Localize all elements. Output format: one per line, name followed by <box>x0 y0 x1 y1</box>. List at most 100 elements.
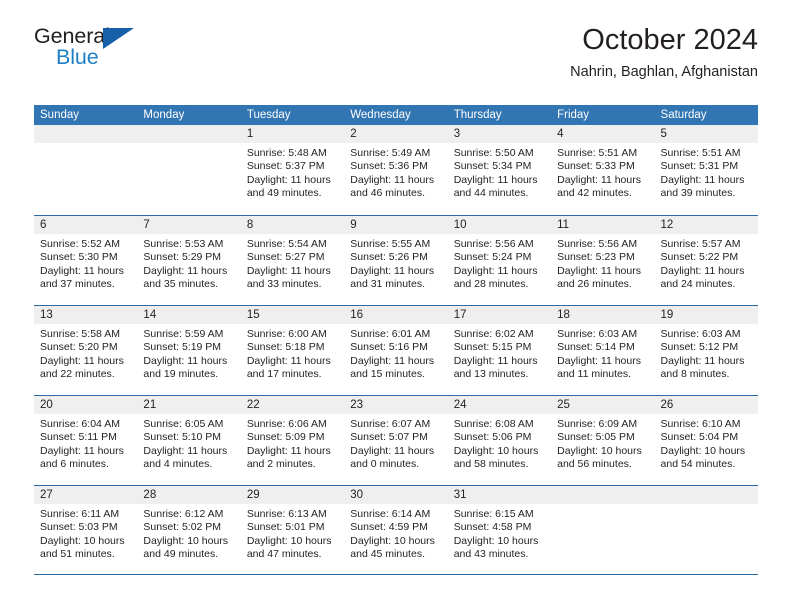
day-sun-info: Sunrise: 5:48 AM Sunset: 5:37 PM Daylight:… <box>241 143 344 201</box>
sunrise-text: Sunrise: 6:08 AM <box>453 418 534 430</box>
sunset-text: Sunset: 4:58 PM <box>453 521 532 534</box>
sunrise-text: Sunrise: 6:12 AM <box>143 508 224 520</box>
calendar-weeks: 1 Sunrise: 5:48 AM Sunset: 5:37 PM Daylight… <box>34 125 758 575</box>
sunset-text: Sunset: 5:04 PM <box>660 431 739 444</box>
calendar-day-cell[interactable]: 1 Sunrise: 5:48 AM Sunset: 5:37 PM Daylight… <box>240 125 345 215</box>
day-sun-info: Sunrise: 5:51 AM Sunset: 5:33 PM Daylight:… <box>551 143 654 201</box>
calendar-day-cell[interactable]: 7 Sunrise: 5:53 AM Sunset: 5:29 PM Daylight… <box>137 216 241 305</box>
calendar-day-cell[interactable]: 9 Sunrise: 5:55 AM Sunset: 5:26 PM Daylight… <box>344 216 448 305</box>
day-number: 10 <box>447 216 552 234</box>
brand-logo[interactable]: General Blue <box>34 25 214 82</box>
day-number: 15 <box>240 306 345 324</box>
calendar-day-cell[interactable]: 23 Sunrise: 6:07 AM Sunset: 5:07 PM Dayligh… <box>344 396 448 485</box>
sunrise-text: Sunrise: 6:07 AM <box>350 418 431 430</box>
calendar-day-cell[interactable]: 10 Sunrise: 5:56 AM Sunset: 5:24 PM Dayligh… <box>447 216 552 305</box>
day-sun-info: Sunrise: 5:58 AM Sunset: 5:20 PM Daylight:… <box>34 324 137 382</box>
sunrise-text: Sunrise: 6:10 AM <box>660 418 741 430</box>
weekday-header-monday: Monday <box>143 109 185 121</box>
sunset-text: Sunset: 5:09 PM <box>246 431 325 444</box>
daylight-text-cont: and 56 minutes. <box>557 458 632 471</box>
day-number: 23 <box>344 396 448 414</box>
calendar-day-cell[interactable]: 30 Sunrise: 6:14 AM Sunset: 4:59 PM Dayligh… <box>344 486 448 574</box>
daylight-text: Daylight: 10 hours <box>40 534 125 547</box>
day-number: 7 <box>137 216 241 234</box>
day-number: 31 <box>447 486 552 504</box>
page-title: October 2024 <box>582 24 758 56</box>
calendar-day-cell[interactable]: 13 Sunrise: 5:58 AM Sunset: 5:20 PM Dayligh… <box>34 306 138 395</box>
calendar-day-cell[interactable]: 2 Sunrise: 5:49 AM Sunset: 5:36 PM Daylight… <box>344 125 448 215</box>
calendar-day-cell[interactable]: 24 Sunrise: 6:08 AM Sunset: 5:06 PM Dayligh… <box>447 396 552 485</box>
daylight-text: Daylight: 11 hours <box>143 444 228 457</box>
day-sun-info: Sunrise: 6:04 AM Sunset: 5:11 PM Daylight:… <box>34 414 137 472</box>
day-sun-info: Sunrise: 6:12 AM Sunset: 5:02 PM Daylight:… <box>137 504 240 562</box>
calendar-day-cell[interactable]: 29 Sunrise: 6:13 AM Sunset: 5:01 PM Dayligh… <box>240 486 345 574</box>
sunset-text: Sunset: 5:20 PM <box>40 341 118 354</box>
calendar-day-cell[interactable]: 27 Sunrise: 6:11 AM Sunset: 5:03 PM Dayligh… <box>34 486 138 574</box>
calendar-day-cell-empty <box>551 486 655 574</box>
sunset-text: Sunset: 5:27 PM <box>246 251 325 264</box>
sunset-text: Sunset: 5:05 PM <box>557 431 635 444</box>
day-number: 11 <box>551 216 655 234</box>
daylight-text-cont: and 24 minutes. <box>660 278 736 291</box>
calendar-day-cell[interactable]: 4 Sunrise: 5:51 AM Sunset: 5:33 PM Daylight… <box>551 125 655 215</box>
day-number <box>654 486 758 504</box>
daylight-text-cont: and 28 minutes. <box>453 278 529 291</box>
sunrise-text: Sunrise: 5:54 AM <box>246 238 327 250</box>
triangle-logo-icon <box>103 28 134 49</box>
calendar-day-cell[interactable]: 14 Sunrise: 5:59 AM Sunset: 5:19 PM Dayligh… <box>137 306 241 395</box>
daylight-text-cont: and 46 minutes. <box>350 187 425 200</box>
calendar-day-cell[interactable]: 8 Sunrise: 5:54 AM Sunset: 5:27 PM Daylight… <box>240 216 345 305</box>
calendar-day-cell[interactable]: 26 Sunrise: 6:10 AM Sunset: 5:04 PM Dayligh… <box>654 396 758 485</box>
calendar-day-cell[interactable]: 22 Sunrise: 6:06 AM Sunset: 5:09 PM Dayligh… <box>240 396 345 485</box>
calendar-day-cell[interactable]: 28 Sunrise: 6:12 AM Sunset: 5:02 PM Dayligh… <box>137 486 241 574</box>
sunset-text: Sunset: 5:26 PM <box>350 251 428 264</box>
sunrise-text: Sunrise: 5:51 AM <box>557 147 638 159</box>
calendar-day-cell[interactable]: 15 Sunrise: 6:00 AM Sunset: 5:18 PM Dayligh… <box>240 306 345 395</box>
weekday-header-wednesday: Wednesday <box>350 109 411 121</box>
calendar-day-cell-empty <box>34 125 138 215</box>
sunrise-text: Sunrise: 6:01 AM <box>350 328 431 340</box>
calendar-day-cell[interactable]: 12 Sunrise: 5:57 AM Sunset: 5:22 PM Dayligh… <box>654 216 758 305</box>
daylight-text-cont: and 8 minutes. <box>660 368 730 381</box>
calendar-day-cell[interactable]: 16 Sunrise: 6:01 AM Sunset: 5:16 PM Dayligh… <box>344 306 448 395</box>
sunrise-text: Sunrise: 6:09 AM <box>557 418 638 430</box>
day-number: 6 <box>34 216 138 234</box>
calendar-day-cell[interactable]: 17 Sunrise: 6:02 AM Sunset: 5:15 PM Dayligh… <box>447 306 552 395</box>
sunrise-text: Sunrise: 6:06 AM <box>246 418 327 430</box>
day-number: 1 <box>240 125 345 143</box>
sunset-text: Sunset: 5:23 PM <box>557 251 635 264</box>
daylight-text-cont: and 58 minutes. <box>453 458 529 471</box>
calendar-day-cell[interactable]: 3 Sunrise: 5:50 AM Sunset: 5:34 PM Daylight… <box>447 125 552 215</box>
sunset-text: Sunset: 5:36 PM <box>350 160 428 173</box>
calendar-day-cell[interactable]: 18 Sunrise: 6:03 AM Sunset: 5:14 PM Dayligh… <box>551 306 655 395</box>
daylight-text-cont: and 39 minutes. <box>660 187 736 200</box>
daylight-text-cont: and 37 minutes. <box>40 278 115 291</box>
daylight-text-cont: and 26 minutes. <box>557 278 632 291</box>
sunrise-text: Sunrise: 6:03 AM <box>660 328 741 340</box>
daylight-text: Daylight: 11 hours <box>350 264 435 277</box>
calendar-day-cell[interactable]: 5 Sunrise: 5:51 AM Sunset: 5:31 PM Daylight… <box>654 125 758 215</box>
day-sun-info: Sunrise: 6:05 AM Sunset: 5:10 PM Daylight:… <box>137 414 240 472</box>
day-number: 13 <box>34 306 138 324</box>
calendar-day-cell[interactable]: 19 Sunrise: 6:03 AM Sunset: 5:12 PM Dayligh… <box>654 306 758 395</box>
sunset-text: Sunset: 5:01 PM <box>246 521 325 534</box>
sunset-text: Sunset: 5:03 PM <box>40 521 118 534</box>
sunset-text: Sunset: 5:29 PM <box>143 251 222 264</box>
calendar-day-cell[interactable]: 31 Sunrise: 6:15 AM Sunset: 4:58 PM Dayligh… <box>447 486 552 574</box>
calendar-day-cell[interactable]: 25 Sunrise: 6:09 AM Sunset: 5:05 PM Dayligh… <box>551 396 655 485</box>
weekday-header-saturday: Saturday <box>660 109 707 121</box>
daylight-text: Daylight: 11 hours <box>246 354 331 367</box>
sunset-text: Sunset: 5:31 PM <box>660 160 739 173</box>
sunset-text: Sunset: 5:24 PM <box>453 251 532 264</box>
calendar-day-cell[interactable]: 21 Sunrise: 6:05 AM Sunset: 5:10 PM Dayligh… <box>137 396 241 485</box>
calendar-day-cell[interactable]: 6 Sunrise: 5:52 AM Sunset: 5:30 PM Daylight… <box>34 216 138 305</box>
sunrise-text: Sunrise: 6:04 AM <box>40 418 120 430</box>
sunrise-text: Sunrise: 5:55 AM <box>350 238 431 250</box>
calendar-day-cell[interactable]: 11 Sunrise: 5:56 AM Sunset: 5:23 PM Dayligh… <box>551 216 655 305</box>
calendar-day-cell[interactable]: 20 Sunrise: 6:04 AM Sunset: 5:11 PM Dayligh… <box>34 396 138 485</box>
daylight-text: Daylight: 11 hours <box>246 173 331 186</box>
day-number: 5 <box>654 125 758 143</box>
daylight-text: Daylight: 11 hours <box>350 444 435 457</box>
sunrise-text: Sunrise: 5:52 AM <box>40 238 120 250</box>
day-sun-info: Sunrise: 5:51 AM Sunset: 5:31 PM Daylight:… <box>655 143 758 201</box>
